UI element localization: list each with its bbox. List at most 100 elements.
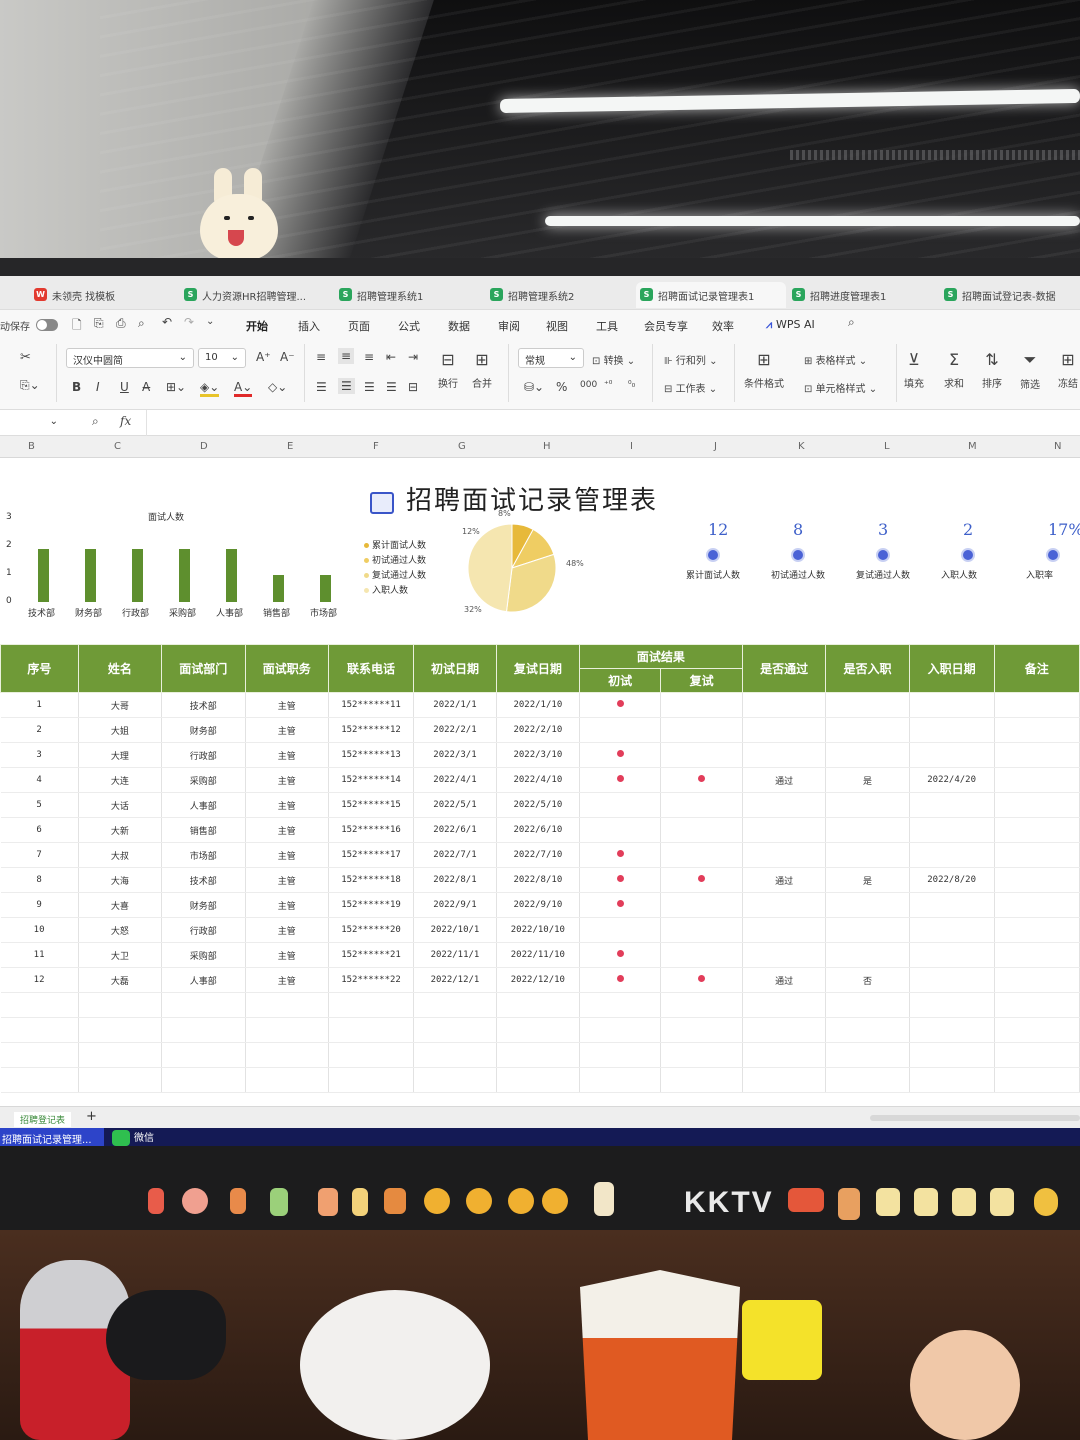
table-cell[interactable] <box>994 767 1080 793</box>
table-cell[interactable] <box>579 892 662 918</box>
table-cell[interactable] <box>660 892 743 918</box>
table-cell[interactable] <box>909 692 995 718</box>
table-cell[interactable] <box>579 867 662 893</box>
table-cell[interactable]: 通过 <box>742 867 827 893</box>
table-cell[interactable]: 大新 <box>78 817 163 843</box>
table-cell[interactable]: 2022/4/10 <box>496 767 580 793</box>
menu-item[interactable]: 会员专享 <box>644 318 688 334</box>
cut-icon[interactable]: ✂ <box>20 350 31 365</box>
table-cell[interactable] <box>579 942 662 968</box>
table-cell[interactable]: 大哥 <box>78 692 163 718</box>
table-cell[interactable] <box>660 717 743 743</box>
table-cell[interactable] <box>994 792 1080 818</box>
name-box[interactable]: ⌄ <box>0 413 64 433</box>
table-cell[interactable]: 主管 <box>245 717 329 743</box>
table-cell[interactable] <box>909 917 995 943</box>
column-header[interactable]: 面试结果 <box>578 644 743 669</box>
justify-icon[interactable]: ☰ <box>386 380 397 394</box>
table-cell[interactable] <box>496 1042 580 1068</box>
document-tab[interactable]: S 招聘面试记录管理表1 <box>636 282 786 308</box>
formula-input[interactable] <box>146 410 1080 436</box>
percent-icon[interactable]: % <box>556 380 567 394</box>
table-cell[interactable]: 2022/7/1 <box>413 842 497 868</box>
table-cell[interactable]: 2022/1/10 <box>496 692 580 718</box>
table-cell[interactable]: 否 <box>825 967 910 993</box>
table-cell[interactable] <box>994 1067 1080 1093</box>
table-cell[interactable]: 行政部 <box>161 917 246 943</box>
sub-column-header[interactable]: 初试 <box>578 668 662 693</box>
table-cell[interactable]: 152******17 <box>328 842 415 868</box>
indent-decrease-icon[interactable]: ⇤ <box>386 350 396 364</box>
column-letter[interactable]: K <box>798 441 805 452</box>
column-letter[interactable]: D <box>200 441 208 452</box>
table-cell[interactable]: 通过 <box>742 767 827 793</box>
table-cell[interactable]: 2022/10/10 <box>496 917 580 943</box>
table-cell[interactable]: 通过 <box>742 967 827 993</box>
sum-button[interactable]: Σ 求和 <box>944 350 964 390</box>
table-row[interactable] <box>0 1067 1080 1093</box>
table-cell[interactable]: 2022/4/20 <box>909 767 995 793</box>
table-cell[interactable]: 财务部 <box>161 892 246 918</box>
menu-item[interactable]: 开始 <box>246 318 268 340</box>
document-tab[interactable]: W 未领壳 找模板 <box>30 282 170 308</box>
table-cell[interactable] <box>994 817 1080 843</box>
column-header[interactable]: 是否通过 <box>741 644 827 693</box>
align-top-icon[interactable]: ≡ <box>316 350 326 364</box>
table-cell[interactable] <box>496 1067 580 1093</box>
table-cell[interactable]: 主管 <box>245 792 329 818</box>
table-cell[interactable] <box>909 1042 995 1068</box>
column-header[interactable]: 序号 <box>0 644 79 693</box>
table-cell[interactable] <box>994 1042 1080 1068</box>
thousands-icon[interactable]: 000 <box>580 380 597 390</box>
table-cell[interactable] <box>496 992 580 1018</box>
column-letter[interactable]: J <box>714 441 717 452</box>
table-cell[interactable] <box>825 1042 910 1068</box>
paste-icon[interactable]: ⎘⌄ <box>20 378 40 393</box>
table-cell[interactable]: 2022/9/10 <box>496 892 580 918</box>
table-cell[interactable]: 2022/8/1 <box>413 867 497 893</box>
table-cell[interactable] <box>825 842 910 868</box>
menu-item[interactable]: 插入 <box>298 318 320 334</box>
table-cell[interactable] <box>909 1017 995 1043</box>
table-cell[interactable] <box>909 842 995 868</box>
table-cell[interactable]: 2022/8/10 <box>496 867 580 893</box>
table-cell[interactable] <box>0 992 79 1018</box>
table-row[interactable]: 4 大连 采购部 主管 152******14 2022/4/1 2022/4/10 通过是 2… <box>0 767 1080 793</box>
table-cell[interactable] <box>994 867 1080 893</box>
align-center-icon[interactable]: ☰ <box>338 378 355 394</box>
font-name-select[interactable]: 汉仪中圆简 ⌄ <box>66 348 194 368</box>
column-header[interactable]: 备注 <box>993 644 1080 693</box>
table-cell[interactable] <box>825 892 910 918</box>
table-cell[interactable] <box>78 1042 163 1068</box>
table-cell[interactable]: 8 <box>0 867 79 893</box>
table-cell[interactable]: 销售部 <box>161 817 246 843</box>
table-cell[interactable] <box>994 742 1080 768</box>
table-cell[interactable] <box>161 1042 246 1068</box>
document-tab[interactable]: S 招聘进度管理表1 <box>788 282 928 308</box>
table-cell[interactable]: 2022/3/10 <box>496 742 580 768</box>
table-row[interactable]: 11 大卫 采购部 主管 152******21 2022/11/1 2022/11/10 <box>0 942 1080 968</box>
table-cell[interactable]: 5 <box>0 792 79 818</box>
table-cell[interactable]: 2022/4/1 <box>413 767 497 793</box>
table-cell[interactable]: 152******22 <box>328 967 415 993</box>
table-cell[interactable]: 大连 <box>78 767 163 793</box>
decimal-increase-icon[interactable]: ⁺⁰ <box>604 380 612 390</box>
table-cell[interactable]: 6 <box>0 817 79 843</box>
table-cell[interactable] <box>994 942 1080 968</box>
cond-format-button[interactable]: ⊞ 条件格式 <box>744 350 784 390</box>
wps-ai-button[interactable]: ⩘ WPS AI <box>766 318 815 332</box>
table-cell[interactable] <box>579 1042 662 1068</box>
table-cell[interactable]: 152******19 <box>328 892 415 918</box>
table-cell[interactable] <box>825 917 910 943</box>
document-tab[interactable]: S 人力资源HR招聘管理... <box>180 282 330 308</box>
freeze-button[interactable]: ⊞ 冻结 <box>1058 350 1078 390</box>
table-cell[interactable]: 主管 <box>245 867 329 893</box>
table-cell[interactable] <box>742 1017 827 1043</box>
wrap-button[interactable]: ⊟ 换行 <box>438 350 458 390</box>
table-row[interactable] <box>0 992 1080 1018</box>
table-cell[interactable]: 3 <box>0 742 79 768</box>
table-cell[interactable] <box>825 717 910 743</box>
table-cell[interactable]: 152******12 <box>328 717 415 743</box>
column-header[interactable]: 面试部门 <box>161 644 246 693</box>
column-letter[interactable]: L <box>884 441 890 452</box>
